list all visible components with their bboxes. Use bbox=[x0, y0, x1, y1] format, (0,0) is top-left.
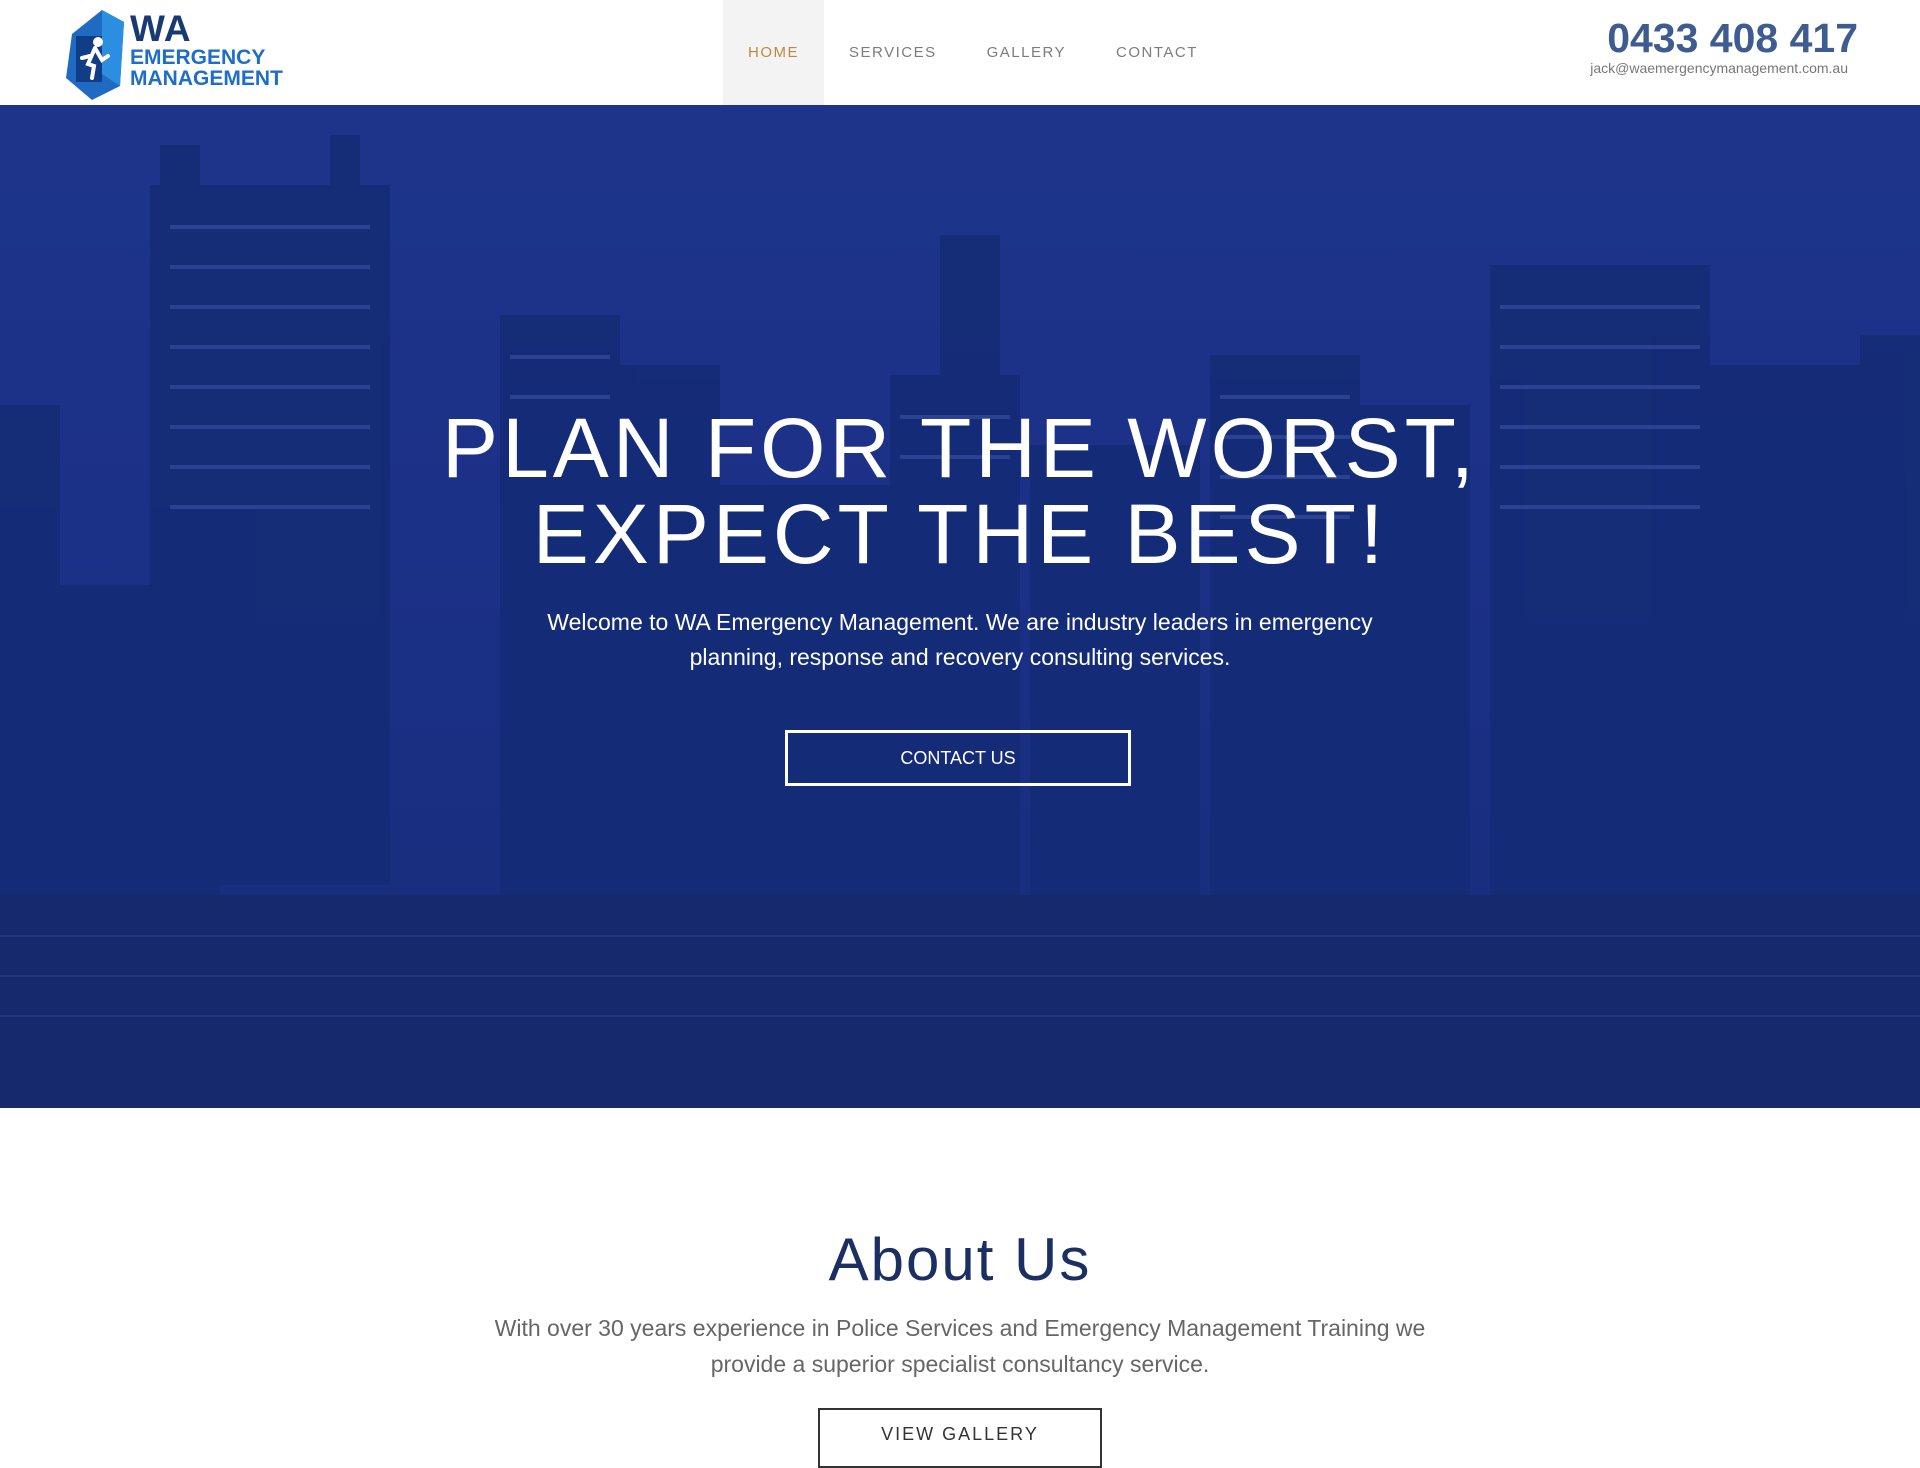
email-link[interactable]: jack@waemergencymanagement.com.au bbox=[1590, 60, 1848, 76]
nav-item-home[interactable]: HOME bbox=[723, 0, 824, 105]
phone-number-link[interactable]: 0433 408 417 bbox=[1590, 14, 1858, 62]
hero-subtitle-line1: Welcome to WA Emergency Management. We a… bbox=[547, 609, 1373, 635]
about-description: With over 30 years experience in Police … bbox=[0, 1310, 1920, 1382]
brand-line-wa: WA bbox=[130, 8, 192, 49]
brand-line-management: MANAGEMENT bbox=[130, 67, 283, 90]
emergency-exit-logo-icon bbox=[66, 10, 124, 100]
header-contact: 0433 408 417 jack@waemergencymanagement.… bbox=[1590, 14, 1858, 76]
main-nav: HOME SERVICES GALLERY CONTACT bbox=[723, 0, 1223, 105]
nav-item-services[interactable]: SERVICES bbox=[824, 0, 962, 105]
hero-banner: PLAN FOR THE WORST, EXPECT THE BEST! Wel… bbox=[0, 105, 1920, 1108]
view-gallery-button[interactable]: VIEW GALLERY bbox=[818, 1408, 1102, 1468]
brand-line-emergency: EMERGENCY bbox=[130, 46, 266, 69]
about-description-line2: provide a superior specialist consultanc… bbox=[710, 1351, 1210, 1377]
hero-headline-line2: EXPECT THE BEST! bbox=[532, 487, 1388, 581]
brand-logo[interactable]: WA EMERGENCY MANAGEMENT bbox=[62, 6, 283, 100]
hero-headline-line1: PLAN FOR THE WORST, bbox=[442, 401, 1478, 495]
contact-us-button[interactable]: CONTACT US bbox=[785, 730, 1131, 786]
hero-subtitle-line2: planning, response and recovery consulti… bbox=[689, 644, 1231, 670]
nav-item-contact[interactable]: CONTACT bbox=[1091, 0, 1223, 105]
brand-wordmark: WA EMERGENCY MANAGEMENT bbox=[130, 10, 283, 89]
nav-item-gallery[interactable]: GALLERY bbox=[962, 0, 1091, 105]
hero-headline: PLAN FOR THE WORST, EXPECT THE BEST! bbox=[0, 405, 1920, 577]
site-header: WA EMERGENCY MANAGEMENT HOME SERVICES GA… bbox=[0, 0, 1920, 105]
about-heading: About Us bbox=[828, 1226, 1092, 1293]
about-description-line1: With over 30 years experience in Police … bbox=[494, 1315, 1426, 1341]
hero-subtitle: Welcome to WA Emergency Management. We a… bbox=[0, 605, 1920, 675]
